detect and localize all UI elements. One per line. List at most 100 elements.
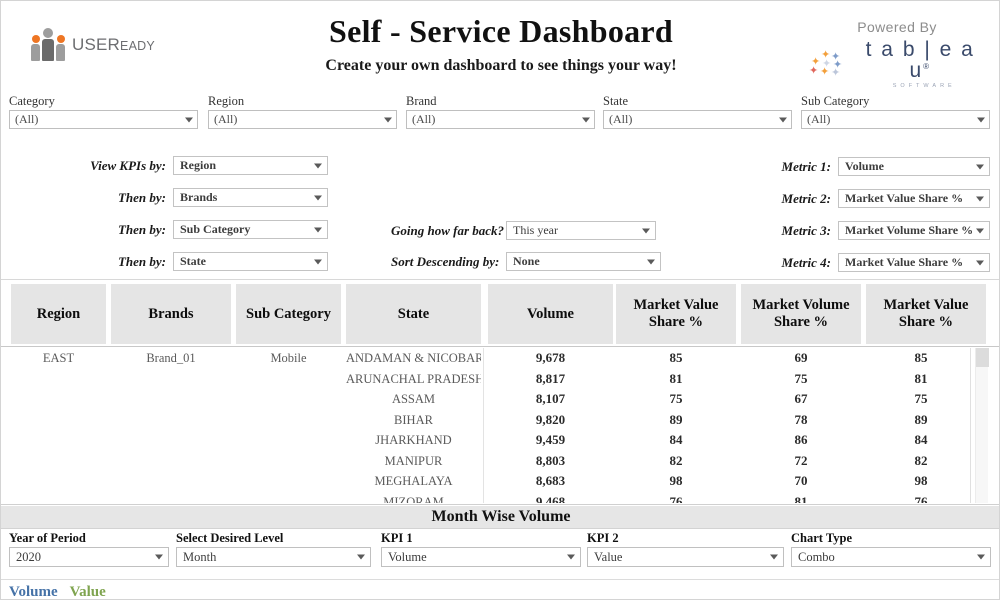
control-sort-descending-by-label: Sort Descending by: <box>391 253 500 269</box>
control-then-by-1: Then by: Brands <box>71 188 328 207</box>
table-cell-market-volume-share: 67 <box>794 391 808 406</box>
chevron-down-icon <box>770 554 778 560</box>
table-row[interactable]: MIZORAM 9,468 76 81 76 <box>1 492 970 504</box>
filter-category-value: (All) <box>15 112 39 126</box>
control-then-by-2-select[interactable]: Sub Category <box>173 220 328 239</box>
chart-filter-kpi-2-select[interactable]: Value <box>587 547 784 567</box>
table-cell-volume: 9,820 <box>535 411 566 427</box>
control-metric-1-label: Metric 1: <box>781 158 831 174</box>
column-header-sub-category[interactable]: Sub Category <box>236 284 341 344</box>
chevron-down-icon <box>314 163 322 168</box>
table-cell-market-value-share: 81 <box>669 370 683 386</box>
table-cell-market-value-share-2: 76 <box>914 493 928 504</box>
filter-region-select[interactable]: (All) <box>208 110 397 129</box>
control-then-by-2: Then by: Sub Category <box>71 220 328 239</box>
table-cell-state: ANDAMAN & NICOBAR .. <box>346 351 481 365</box>
control-then-by-3-select[interactable]: State <box>173 252 328 271</box>
filter-state-select[interactable]: (All) <box>603 110 792 129</box>
table-cell-state: MANIPUR <box>384 453 443 468</box>
control-metric-2-select[interactable]: Market Value Share % <box>838 189 990 208</box>
chart-filter-kpi-2-label: KPI 2 <box>587 531 619 545</box>
table-cell-brand <box>111 492 231 504</box>
table-row[interactable]: EAST Brand_01 Mobile ANDAMAN & NICOBAR .. 9,… <box>1 348 970 369</box>
global-filter-row: Category (All) Region (All) Brand (All) … <box>1 95 999 139</box>
table-cell-market-value-share-2: 89 <box>914 411 928 427</box>
chart-filter-desired-level-label: Select Desired Level <box>176 531 284 545</box>
column-header-state[interactable]: State <box>346 284 481 344</box>
chart-filter-year-of-period-value: 2020 <box>16 550 41 564</box>
control-metric-2-value: Market Value Share % <box>845 191 964 205</box>
chart-filter-kpi-1-select[interactable]: Volume <box>381 547 581 567</box>
table-scrollbar-thumb[interactable] <box>976 348 989 367</box>
table-cell-volume: 8,803 <box>535 452 566 468</box>
chart-filter-year-of-period-select[interactable]: 2020 <box>9 547 169 567</box>
control-then-by-3-value: State <box>180 254 206 268</box>
table-scrollbar[interactable] <box>975 348 989 503</box>
table-cell-brand: Brand_01 <box>146 351 196 365</box>
table-cell-volume: 9,459 <box>535 432 566 447</box>
table-cell-region <box>11 369 106 390</box>
table-cell-market-value-share-2: 85 <box>914 350 928 365</box>
table-cell-volume: 8,817 <box>535 370 566 386</box>
chart-section-title: Month Wise Volume <box>1 506 999 529</box>
table-cell-market-volume-share: 70 <box>794 473 808 488</box>
table-row[interactable]: ARUNACHAL PRADESH 8,817 81 75 81 <box>1 369 970 390</box>
tableau-wordmark: t a b | e a u® <box>853 39 987 81</box>
control-then-by-1-select[interactable]: Brands <box>173 188 328 207</box>
title-block: Self - Service Dashboard Create your own… <box>231 13 771 75</box>
column-header-region[interactable]: Region <box>11 284 106 344</box>
control-metric-3-label: Metric 3: <box>781 222 831 238</box>
control-sort-descending-by: Sort Descending by: None <box>391 252 661 271</box>
control-metric-4-label: Metric 4: <box>781 254 831 270</box>
control-view-kpis-by-select[interactable]: Region <box>173 156 328 175</box>
chevron-down-icon <box>976 196 984 201</box>
control-sort-descending-by-select[interactable]: None <box>506 252 661 271</box>
table-cell-region <box>11 410 106 431</box>
legend-item-value[interactable]: Value <box>70 584 106 599</box>
chart-filter-desired-level-select[interactable]: Month <box>176 547 371 567</box>
filter-state-value: (All) <box>609 112 633 126</box>
chevron-down-icon <box>976 228 984 233</box>
filter-category-select[interactable]: (All) <box>9 110 198 129</box>
chart-filter-kpi-1-value: Volume <box>388 550 427 564</box>
column-header-brands[interactable]: Brands <box>111 284 231 344</box>
table-cell-market-value-share: 75 <box>669 391 683 406</box>
filter-region-value: (All) <box>214 112 238 126</box>
table-cell-state: ASSAM <box>391 392 436 406</box>
table-row[interactable]: MANIPUR 8,803 82 72 82 <box>1 451 970 472</box>
chevron-down-icon <box>976 164 984 169</box>
control-then-by-3: Then by: State <box>71 252 328 271</box>
table-body[interactable]: EAST Brand_01 Mobile ANDAMAN & NICOBAR .. 9,… <box>1 348 971 503</box>
filter-category: Category (All) <box>9 95 198 129</box>
control-metric-4-select[interactable]: Market Value Share % <box>838 253 990 272</box>
column-header-market-value-share[interactable]: Market Value Share % <box>616 284 736 344</box>
column-header-market-volume-share[interactable]: Market Volume Share % <box>741 284 861 344</box>
chevron-down-icon <box>314 227 322 232</box>
kpi-controls-area: View KPIs by: Region Then by: Brands The… <box>1 151 999 276</box>
table-row[interactable]: JHARKHAND 9,459 84 86 84 <box>1 430 970 451</box>
filter-state: State (All) <box>603 95 792 129</box>
control-metric-1-select[interactable]: Volume <box>838 157 990 176</box>
table-row[interactable]: MEGHALAYA 8,683 98 70 98 <box>1 471 970 492</box>
table-cell-sub-category <box>236 389 341 410</box>
legend-item-volume[interactable]: Volume <box>9 584 58 599</box>
filter-sub-category: Sub Category (All) <box>801 95 990 129</box>
page-title: Self - Service Dashboard <box>328 13 674 49</box>
control-metric-3-select[interactable]: Market Volume Share % <box>838 221 990 240</box>
column-header-volume[interactable]: Volume <box>488 284 613 344</box>
table-cell-sub-category: Mobile <box>270 351 307 365</box>
chart-filter-chart-type-select[interactable]: Combo <box>791 547 991 567</box>
control-going-how-far-back-value: This year <box>513 223 558 237</box>
chart-filter-kpi-2: KPI 2 Value <box>587 531 784 567</box>
chart-filter-kpi-2-value: Value <box>594 550 623 564</box>
filter-brand-select[interactable]: (All) <box>406 110 595 129</box>
control-view-kpis-by-value: Region <box>180 158 216 172</box>
control-going-how-far-back-select[interactable]: This year <box>506 221 656 240</box>
chevron-down-icon <box>977 117 985 122</box>
table-row[interactable]: ASSAM 8,107 75 67 75 <box>1 389 970 410</box>
filter-sub-category-select[interactable]: (All) <box>801 110 990 129</box>
table-cell-sub-category <box>236 430 341 451</box>
column-header-market-value-share-2[interactable]: Market Value Share % <box>866 284 986 344</box>
useready-logo: USEREADY <box>31 28 155 61</box>
table-row[interactable]: BIHAR 9,820 89 78 89 <box>1 410 970 431</box>
